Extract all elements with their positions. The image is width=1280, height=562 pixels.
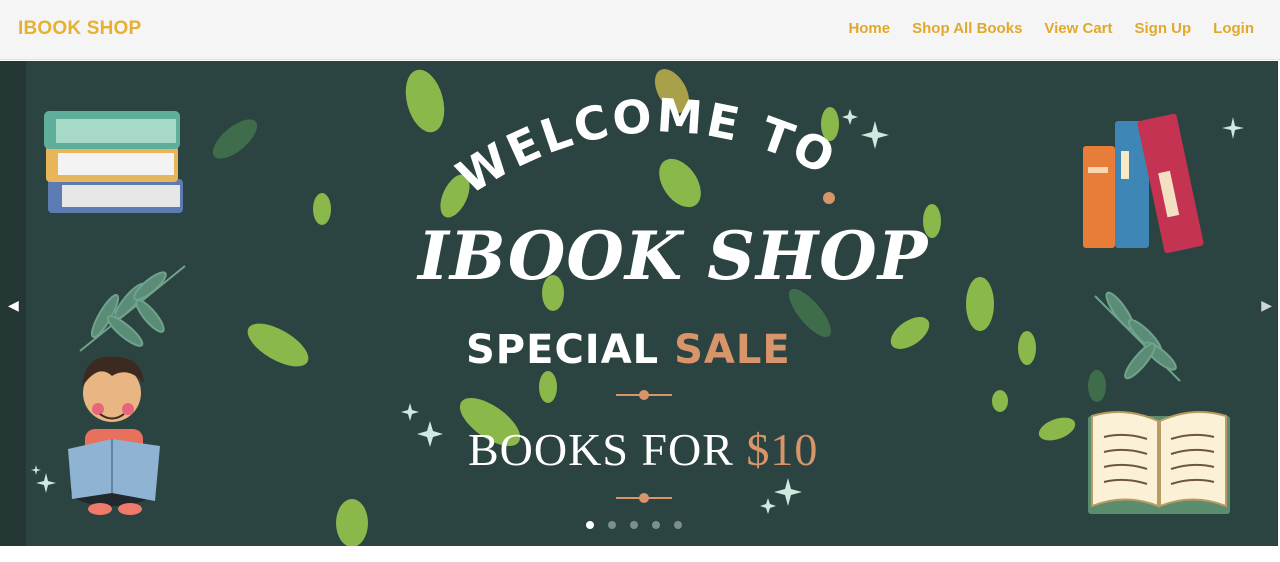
open-book-icon <box>1088 411 1230 514</box>
nav-home[interactable]: Home <box>848 20 890 37</box>
chevron-right-icon: ▶ <box>1261 297 1272 313</box>
top-navbar: IBOOK SHOP Home Shop All Books View Cart… <box>0 0 1280 60</box>
banner-illustration: WELCOME TO <box>0 61 1278 546</box>
nav-shop-all-books[interactable]: Shop All Books <box>912 20 1022 37</box>
carousel-indicator-5[interactable] <box>674 521 682 529</box>
carousel-indicator-4[interactable] <box>652 521 660 529</box>
nav-links: Home Shop All Books View Cart Sign Up Lo… <box>848 20 1254 37</box>
nav-login[interactable]: Login <box>1213 20 1254 37</box>
hero-carousel: WELCOME TO IBOOK SHOP SPECIAL SALE BOOKS… <box>0 61 1278 546</box>
book-stack-icon <box>44 111 183 213</box>
carousel-indicator-2[interactable] <box>608 521 616 529</box>
page-below <box>0 547 1280 562</box>
carousel-next-button[interactable]: ▶ <box>1252 61 1278 546</box>
chevron-left-icon: ◀ <box>8 297 19 313</box>
carousel-indicator-1[interactable] <box>586 521 594 529</box>
carousel-indicators <box>586 521 682 529</box>
brand-logo[interactable]: IBOOK SHOP <box>18 18 141 40</box>
nav-sign-up[interactable]: Sign Up <box>1135 20 1192 37</box>
carousel-indicator-3[interactable] <box>630 521 638 529</box>
nav-view-cart[interactable]: View Cart <box>1044 20 1112 37</box>
carousel-prev-button[interactable]: ◀ <box>0 61 26 546</box>
